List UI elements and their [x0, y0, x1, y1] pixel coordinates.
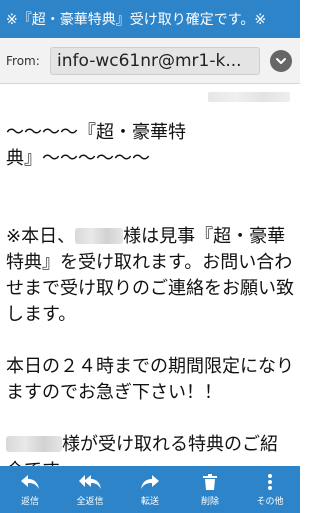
body-paragraph-1-prefix: ※本日、	[6, 226, 76, 247]
from-address-field[interactable]: info-wc61nr@mr1-k...	[50, 46, 260, 75]
forward-label: 転送	[140, 496, 159, 507]
body-heading: 〜〜〜〜『超・豪華特典』〜〜〜〜〜〜	[6, 122, 186, 169]
delete-button[interactable]: 削除	[180, 466, 240, 513]
reply-all-icon	[79, 474, 101, 489]
subject-title-bar: ※『超・豪華特典』受け取り確定です。※	[0, 0, 300, 38]
more-button[interactable]: その他	[240, 466, 300, 513]
reply-button[interactable]: 返信	[0, 466, 60, 513]
reply-all-button[interactable]: 全返信	[60, 466, 120, 513]
expand-header-button[interactable]	[270, 49, 292, 72]
redacted-date	[208, 92, 290, 102]
redacted-name	[75, 228, 124, 244]
reply-all-label: 全返信	[76, 496, 104, 507]
more-label: その他	[256, 496, 284, 507]
more-icon	[268, 473, 272, 490]
body-paragraph-1: ※本日、 様は見事『超・豪華特典』を受け取れます。お問い合わせまで受け取りのご連絡…	[6, 224, 294, 328]
body-paragraph-3: 様が受け取れる特典のご紹介です。	[6, 432, 294, 466]
from-header: From: info-wc61nr@mr1-k...	[0, 38, 300, 84]
chevron-down-icon	[276, 57, 286, 64]
from-address: info-wc61nr@mr1-k...	[57, 50, 242, 71]
subject-title: ※『超・豪華特典』受け取り確定です。※	[6, 12, 267, 28]
date-row	[0, 84, 300, 110]
message-body: 〜〜〜〜『超・豪華特典』〜〜〜〜〜〜 ※本日、 様は見事『超・豪華特典』を受け取れ…	[6, 110, 294, 466]
reply-icon	[21, 474, 39, 489]
forward-button[interactable]: 転送	[120, 466, 180, 513]
from-label: From:	[6, 53, 40, 68]
forward-icon	[141, 474, 159, 489]
trash-icon	[203, 473, 217, 490]
body-paragraph-2: 本日の２４時までの期間限定になりますのでお急ぎ下さい！！	[6, 356, 294, 403]
reply-label: 返信	[20, 496, 39, 507]
bottom-toolbar: 返信 全返信 転送 削除 その他	[0, 466, 300, 513]
delete-label: 削除	[200, 496, 219, 507]
redacted-name	[6, 436, 62, 452]
